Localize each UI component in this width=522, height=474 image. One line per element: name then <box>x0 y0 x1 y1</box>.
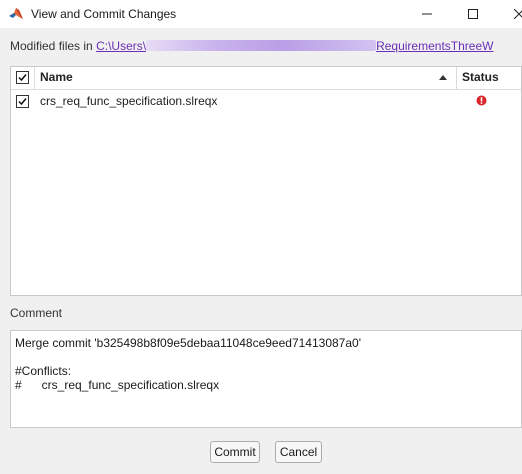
modified-files-label: Modified files in <box>10 39 93 53</box>
maximize-button[interactable] <box>450 0 496 28</box>
commit-button[interactable]: Commit <box>210 441 260 463</box>
commit-message-textarea[interactable]: Merge commit 'b325498b8f09e5debaa11048ce… <box>10 330 522 428</box>
conflict-error-icon <box>476 95 487 106</box>
comment-label: Comment <box>10 306 63 320</box>
column-header-name[interactable]: Name <box>40 70 73 84</box>
close-icon <box>514 9 522 19</box>
path-end: RequirementsThreeW <box>376 39 494 53</box>
title-bar: View and Commit Changes <box>0 0 522 28</box>
checkmark-icon <box>18 98 27 106</box>
cancel-button[interactable]: Cancel <box>275 441 322 463</box>
matlab-logo-icon <box>9 8 23 19</box>
sort-ascending-icon <box>439 75 447 80</box>
file-name: crs_req_func_specification.slreqx <box>40 94 218 108</box>
column-header-status[interactable]: Status <box>462 70 499 84</box>
path-redacted-segment <box>146 40 377 51</box>
repository-path-link[interactable]: C:\Users\ RequirementsThreeW <box>96 39 493 53</box>
checkmark-icon <box>18 74 27 82</box>
minimize-icon <box>422 13 432 15</box>
close-button[interactable] <box>496 0 522 28</box>
window-title: View and Commit Changes <box>31 7 177 21</box>
table-row[interactable]: crs_req_func_specification.slreqx <box>11 90 521 112</box>
column-separator <box>34 67 35 89</box>
select-all-checkbox[interactable] <box>16 71 29 84</box>
table-header: Name Status <box>11 67 521 90</box>
modified-files-row: Modified files in C:\Users\ RequirementsT… <box>10 39 522 55</box>
path-start: C:\Users\ <box>96 39 147 53</box>
column-separator <box>456 67 457 89</box>
maximize-icon <box>468 9 478 19</box>
modified-files-table: Name Status crs_req_func_specification.s… <box>10 66 522 296</box>
file-checkbox[interactable] <box>16 95 29 108</box>
minimize-button[interactable] <box>404 0 450 28</box>
